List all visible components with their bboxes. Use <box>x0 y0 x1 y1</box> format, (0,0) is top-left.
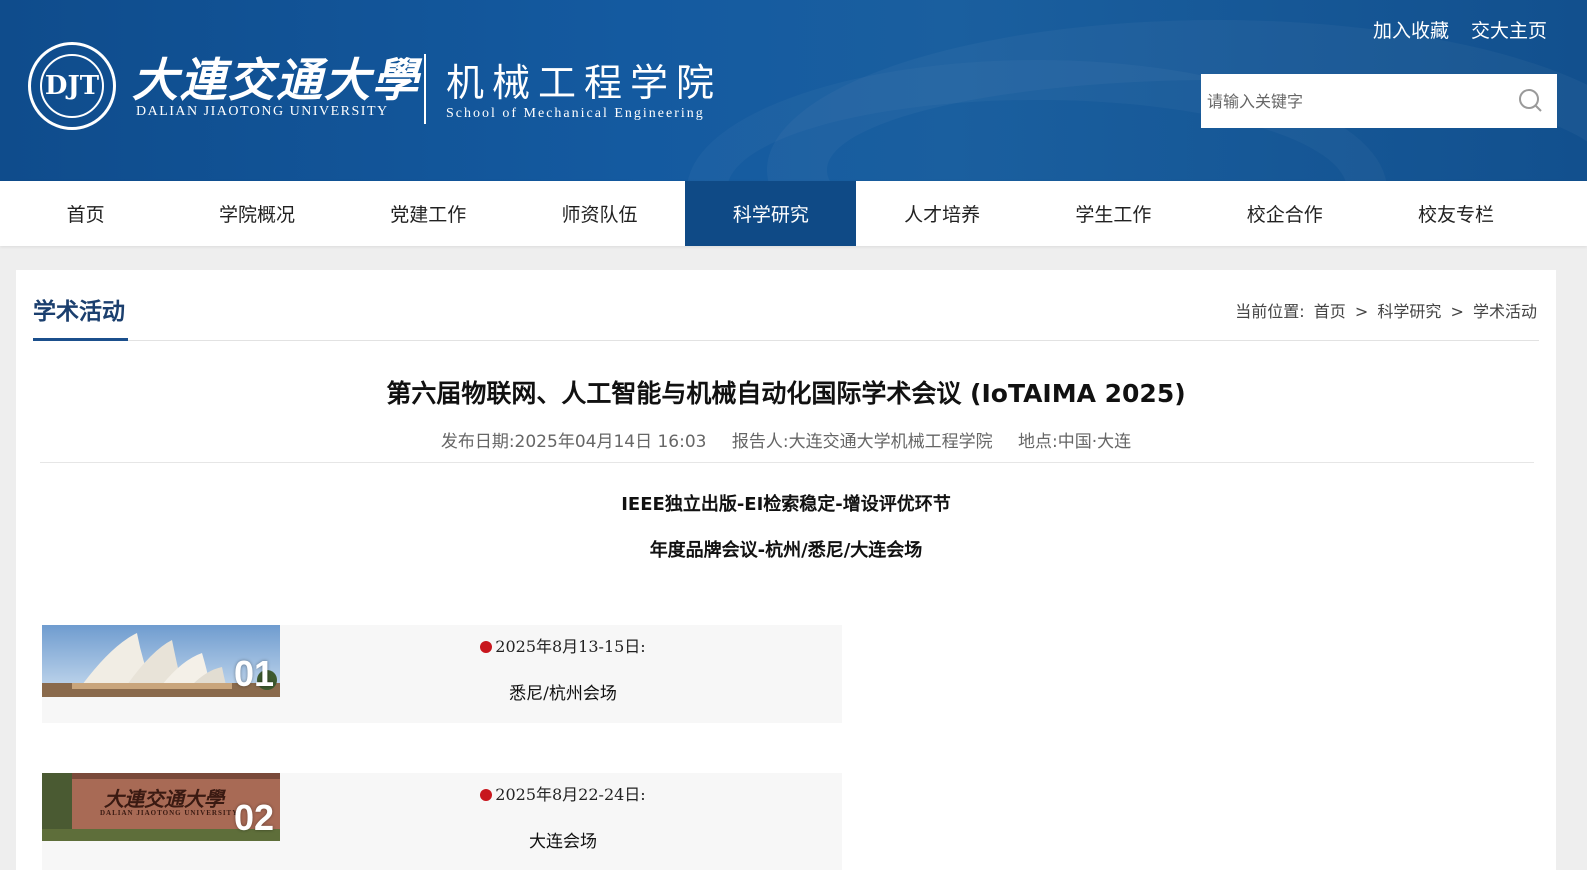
article-meta: 发布日期:2025年04月14日 16:03 报告人:大连交通大学机械工程学院 … <box>16 427 1556 452</box>
university-seal-icon[interactable]: DJT <box>28 42 116 130</box>
university-name-en: DALIAN JIAOTONG UNIVERSITY <box>136 104 389 119</box>
search-icon[interactable] <box>1505 74 1557 128</box>
sign-text-en: DALIAN JIAOTONG UNIVERSITY <box>100 809 239 817</box>
venue-info: 2025年8月22-24日: 大连会场 <box>282 773 844 870</box>
nav-item-faculty[interactable]: 师资队伍 <box>514 181 685 246</box>
venue-card: 01 2025年8月13-15日: 悉尼/杭州会场 <box>42 625 842 723</box>
breadcrumb-separator: > <box>1354 302 1369 321</box>
breadcrumb-home[interactable]: 首页 <box>1314 302 1346 321</box>
breadcrumb: 当前位置: 首页 > 科学研究 > 学术活动 <box>1233 298 1539 322</box>
section-divider <box>33 340 1539 341</box>
nav-item-cooperation[interactable]: 校企合作 <box>1199 181 1370 246</box>
red-dot-icon <box>480 789 493 801</box>
venue-info: 2025年8月13-15日: 悉尼/杭州会场 <box>282 625 844 723</box>
section-title-underline <box>33 338 128 341</box>
seal-inner: DJT <box>40 54 104 118</box>
add-favorite-link[interactable]: 加入收藏 <box>1373 16 1449 43</box>
venue-date: 2025年8月22-24日: <box>282 781 844 805</box>
venue-city: 大连会场 <box>529 832 597 852</box>
search-input[interactable] <box>1201 74 1505 128</box>
breadcrumb-label: 当前位置: <box>1235 302 1305 321</box>
reporter: 报告人:大连交通大学机械工程学院 <box>731 432 993 452</box>
publish-date: 发布日期:2025年04月14日 16:03 <box>440 432 707 452</box>
venue-date-text: 2025年8月13-15日: <box>495 637 646 656</box>
venue-card: 大連交通大學 DALIAN JIAOTONG UNIVERSITY 02 202… <box>42 773 842 870</box>
meta-divider <box>40 462 1534 463</box>
venue-number: 02 <box>233 797 274 838</box>
breadcrumb-current[interactable]: 学术活动 <box>1473 302 1537 321</box>
article-title: 第六届物联网、人工智能与机械自动化国际学术会议 (IoTAIMA 2025) <box>386 379 1186 408</box>
school-name-cn: 机械工程学院 <box>446 61 723 105</box>
venue-date-text: 2025年8月22-24日: <box>495 785 646 804</box>
main-nav: 首页 学院概况 党建工作 师资队伍 科学研究 人才培养 学生工作 校企合作 校友… <box>0 181 1587 246</box>
nav-item-education[interactable]: 人才培养 <box>856 181 1027 246</box>
location: 地点:中国·大连 <box>1018 432 1132 452</box>
article-subtitle-2: 年度品牌会议-杭州/悉尼/大连会场 <box>649 540 923 561</box>
nav-item-home[interactable]: 首页 <box>0 181 171 246</box>
venue-number: 01 <box>233 653 274 694</box>
content-panel: 学术活动 当前位置: 首页 > 科学研究 > 学术活动 第六届物联网、人工智能与… <box>16 270 1556 870</box>
logo-divider <box>424 54 426 124</box>
university-sign-image: 大連交通大學 DALIAN JIAOTONG UNIVERSITY 02 <box>42 773 280 841</box>
university-name-cn[interactable]: 大連交通大學 <box>132 44 420 110</box>
nav-item-research[interactable]: 科学研究 <box>685 181 857 246</box>
university-home-link[interactable]: 交大主页 <box>1471 16 1547 43</box>
site-header: DJT 大連交通大學 DALIAN JIAOTONG UNIVERSITY 机械… <box>0 0 1587 181</box>
venue-city: 悉尼/杭州会场 <box>509 684 617 704</box>
sign-text-cn: 大連交通大學 <box>104 787 224 811</box>
nav-item-alumni[interactable]: 校友专栏 <box>1370 181 1541 246</box>
nav-item-students[interactable]: 学生工作 <box>1028 181 1199 246</box>
breadcrumb-separator: > <box>1450 302 1464 321</box>
nav-item-overview[interactable]: 学院概况 <box>171 181 342 246</box>
article-subtitle-1: IEEE独立出版-EI检索稳定-增设评优环节 <box>621 494 951 515</box>
section-title: 学术活动 <box>33 299 125 325</box>
venue-date: 2025年8月13-15日: <box>282 633 844 657</box>
red-dot-icon <box>480 641 493 653</box>
top-links: 加入收藏 交大主页 <box>1373 16 1547 43</box>
school-name-en: School of Mechanical Engineering <box>446 106 705 121</box>
opera-house-image: 01 <box>42 625 280 697</box>
search-box <box>1201 74 1557 128</box>
breadcrumb-research[interactable]: 科学研究 <box>1377 302 1441 321</box>
nav-item-party[interactable]: 党建工作 <box>343 181 514 246</box>
